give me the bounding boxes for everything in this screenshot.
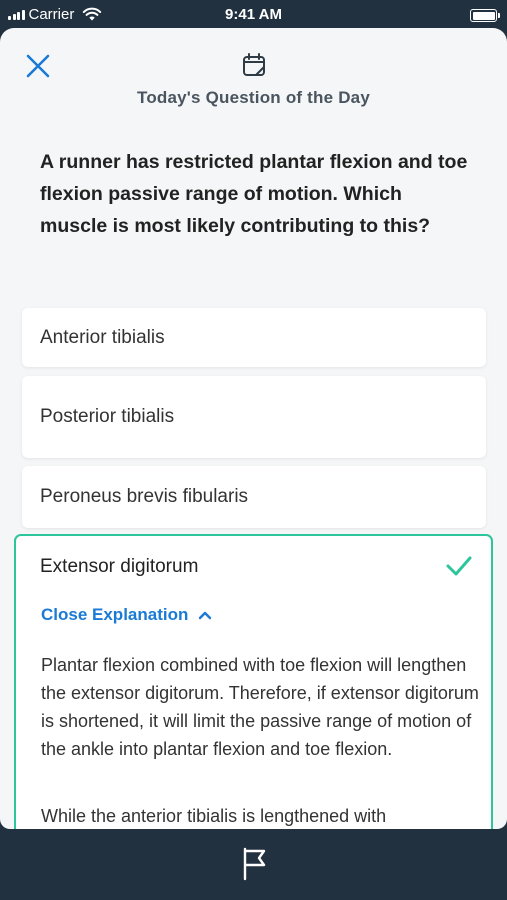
battery-icon <box>470 9 500 22</box>
answer-option[interactable]: Posterior tibialis <box>22 376 486 458</box>
close-icon[interactable] <box>24 52 54 82</box>
answer-option-label: Peroneus brevis fibularis <box>40 486 249 507</box>
page-title: Today's Question of the Day <box>137 88 370 107</box>
answer-option[interactable]: Peroneus brevis fibularis <box>22 466 486 528</box>
correct-answer-card[interactable]: Extensor digitorum Close Explanation Pla… <box>14 534 493 829</box>
answer-option[interactable]: Anterior tibialis <box>22 308 486 367</box>
correct-answer-label: Extensor digitorum <box>40 556 199 577</box>
chevron-up-icon <box>199 611 212 620</box>
checkmark-icon <box>446 556 472 576</box>
explanation-paragraph: Plantar flexion combined with toe flexio… <box>41 655 479 759</box>
question-sheet: Today's Question of the Day A runner has… <box>0 28 507 829</box>
status-time: 9:41 AM <box>225 6 282 23</box>
question-text-end: likely contributing to this? <box>180 215 431 237</box>
question-emphasis: most <box>134 215 181 237</box>
close-explanation-button[interactable]: Close Explanation <box>41 605 212 625</box>
calendar-icon <box>243 53 265 76</box>
answer-option-label: Posterior tibialis <box>40 406 175 427</box>
bottom-toolbar <box>0 829 507 900</box>
explanation-paragraph: While the anterior tibialis is lengthene… <box>41 806 387 826</box>
flag-icon[interactable] <box>241 847 269 881</box>
close-explanation-label: Close Explanation <box>41 605 189 624</box>
status-bar: Carrier 9:41 AM <box>0 0 507 28</box>
answer-option-label: Anterior tibialis <box>40 326 165 348</box>
question-text: A runner has restricted plantar flexion … <box>40 146 470 242</box>
